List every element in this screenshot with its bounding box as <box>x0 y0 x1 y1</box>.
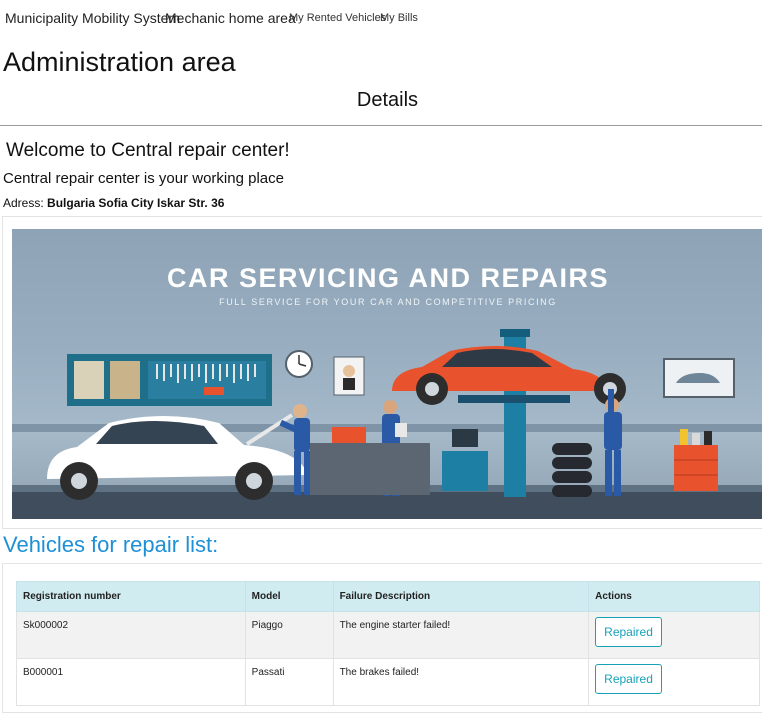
address-label: Adress: <box>3 196 44 210</box>
failure-cell: The brakes failed! <box>339 667 420 678</box>
address-line: Adress: Bulgaria Sofia City Iskar Str. 3… <box>3 196 224 210</box>
red-cabinet <box>674 445 718 491</box>
repaired-button[interactable]: Repaired <box>595 664 662 694</box>
car-service-banner: CAR SERVICING AND REPAIRS FULL SERVICE F… <box>12 229 762 519</box>
column-header: Registration number <box>16 581 246 612</box>
banner-illustration: CAR SERVICING AND REPAIRS FULL SERVICE F… <box>12 263 762 519</box>
workplace-text: Central repair center is your working pl… <box>3 170 284 187</box>
divider <box>0 125 762 126</box>
nav-my-rented-vehicles[interactable]: My Rented Vehicles <box>289 12 386 24</box>
table-header-row: Registration number Model Failure Descri… <box>16 581 760 612</box>
welcome-heading: Welcome to Central repair center! <box>6 140 290 161</box>
registration-cell: B000001 <box>23 667 64 678</box>
repair-table: Registration number Model Failure Descri… <box>16 581 760 706</box>
table-row: Sk000002 Piaggo The engine starter faile… <box>16 611 760 659</box>
brand-link[interactable]: Municipality Mobility System <box>5 10 180 26</box>
tool-cart <box>442 451 488 491</box>
banner-subtitle: FULL SERVICE FOR YOUR CAR AND COMPETITIV… <box>219 297 557 307</box>
page-title: Administration area <box>3 47 236 77</box>
details-heading: Details <box>356 89 419 111</box>
workbench <box>310 443 430 495</box>
registration-cell: Sk000002 <box>23 620 69 631</box>
failure-cell: The engine starter failed! <box>339 620 451 631</box>
nav-mechanic-home[interactable]: Mechanic home area <box>165 10 296 26</box>
nav-my-bills[interactable]: My Bills <box>380 12 418 24</box>
column-header: Model <box>244 581 334 612</box>
banner-title: CAR SERVICING AND REPAIRS <box>167 263 609 293</box>
address-value: Bulgaria Sofia City Iskar Str. 36 <box>47 196 225 210</box>
tool-board <box>67 354 272 406</box>
column-header: Failure Description <box>332 581 590 612</box>
column-header: Actions <box>588 581 760 612</box>
tire-stack <box>552 443 592 497</box>
table-row: B000001 Passati The brakes failed! Repai… <box>16 658 760 706</box>
repair-list-heading: Vehicles for repair list: <box>3 532 219 557</box>
top-navbar: Municipality Mobility System Mechanic ho… <box>0 0 762 38</box>
toolbox <box>332 427 366 443</box>
repaired-button[interactable]: Repaired <box>595 617 662 647</box>
model-cell: Piaggo <box>251 620 283 631</box>
model-cell: Passati <box>251 667 285 678</box>
